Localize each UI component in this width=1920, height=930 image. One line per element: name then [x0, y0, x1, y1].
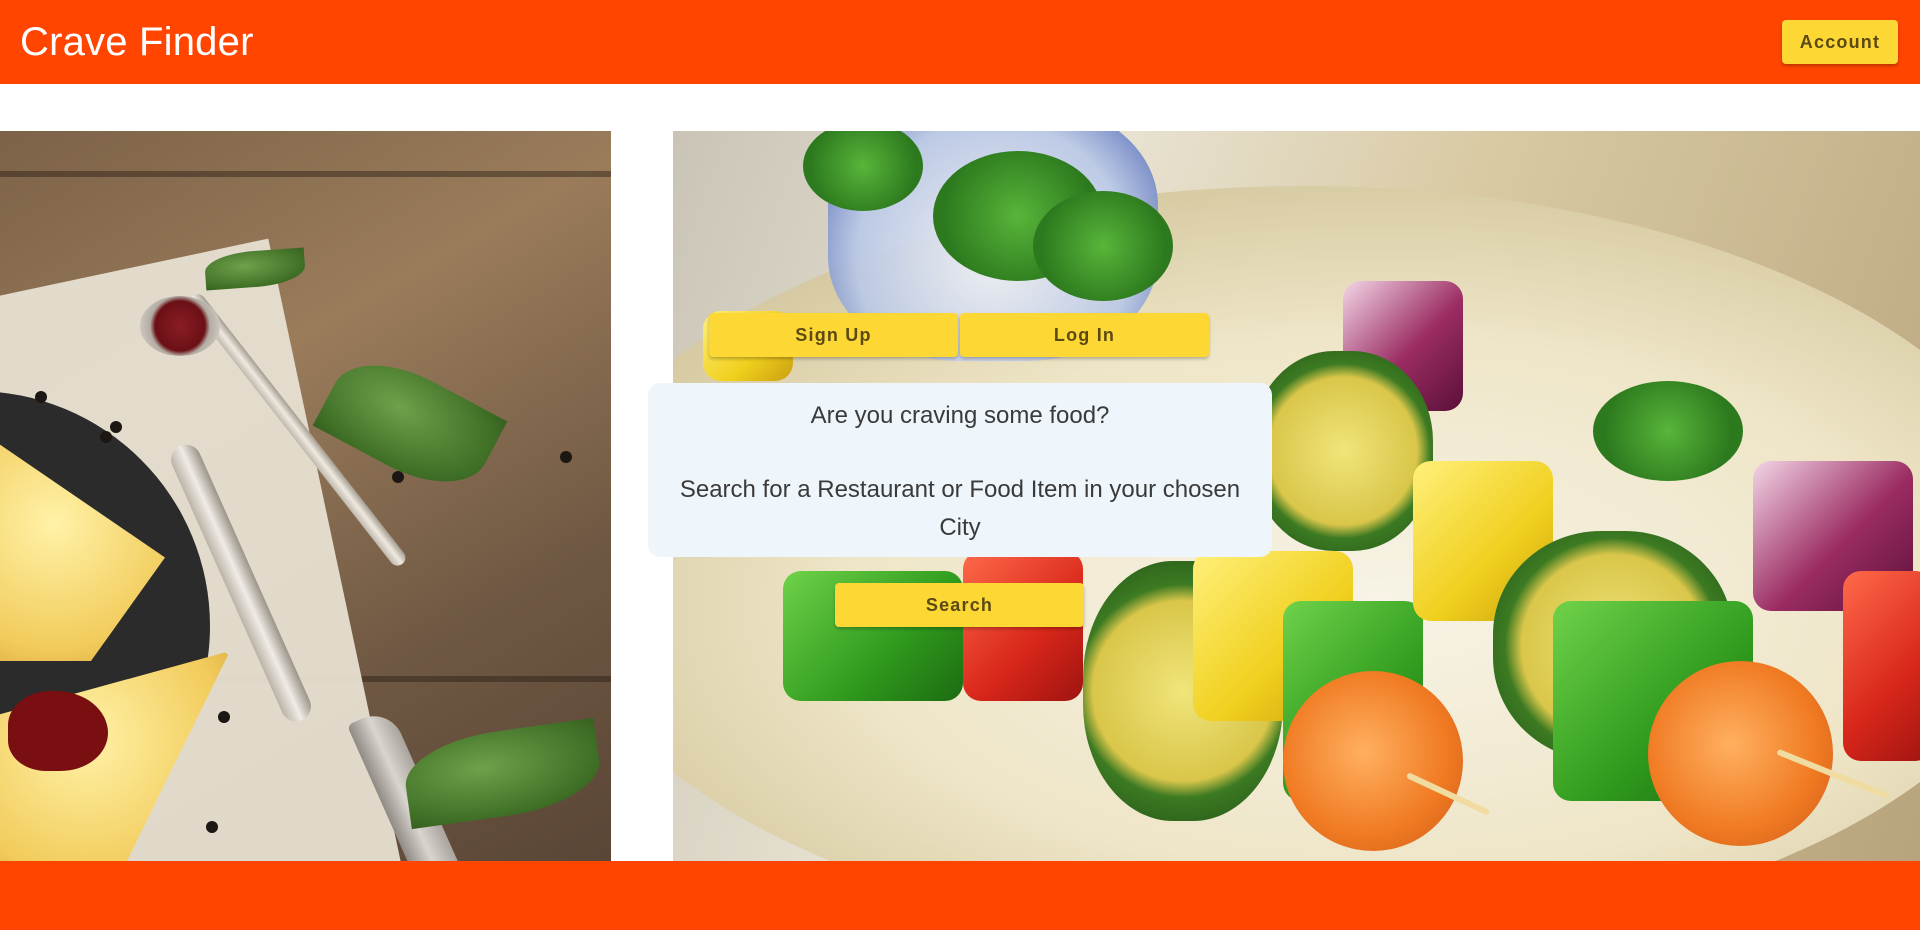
search-info-card: Are you craving some food? Search for a … — [648, 383, 1272, 557]
peppercorn — [100, 431, 112, 443]
search-instruction: Search for a Restaurant or Food Item in … — [679, 476, 1241, 541]
peppercorn — [110, 421, 122, 433]
pizza-image — [0, 131, 611, 861]
peppercorn — [35, 391, 47, 403]
auth-button-group: Sign Up Log In — [709, 313, 1209, 357]
carrot-slice — [1283, 671, 1463, 851]
log-in-button[interactable]: Log In — [960, 313, 1209, 357]
sign-up-button[interactable]: Sign Up — [709, 313, 958, 357]
app-title[interactable]: Crave Finder — [20, 20, 254, 65]
search-button[interactable]: Search — [835, 583, 1084, 627]
peppercorn — [560, 451, 572, 463]
sauce-dollop — [8, 691, 108, 771]
zucchini-slice — [1253, 351, 1433, 551]
craving-question: Are you craving some food? — [810, 402, 1110, 429]
rosemary-sprig — [1593, 381, 1743, 481]
parsley-sprig — [1033, 191, 1173, 301]
account-button[interactable]: Account — [1782, 20, 1898, 64]
footer-bar — [0, 861, 1920, 930]
peppercorn — [392, 471, 404, 483]
basil-leaf — [400, 717, 605, 830]
wood-plank-line — [0, 171, 611, 177]
red-pepper — [1843, 571, 1920, 761]
peppercorn — [206, 821, 218, 833]
carrot-slice — [1648, 661, 1833, 846]
top-navbar: Crave Finder Account — [0, 0, 1920, 84]
peppercorn — [218, 711, 230, 723]
spoon-bowl — [140, 296, 220, 356]
